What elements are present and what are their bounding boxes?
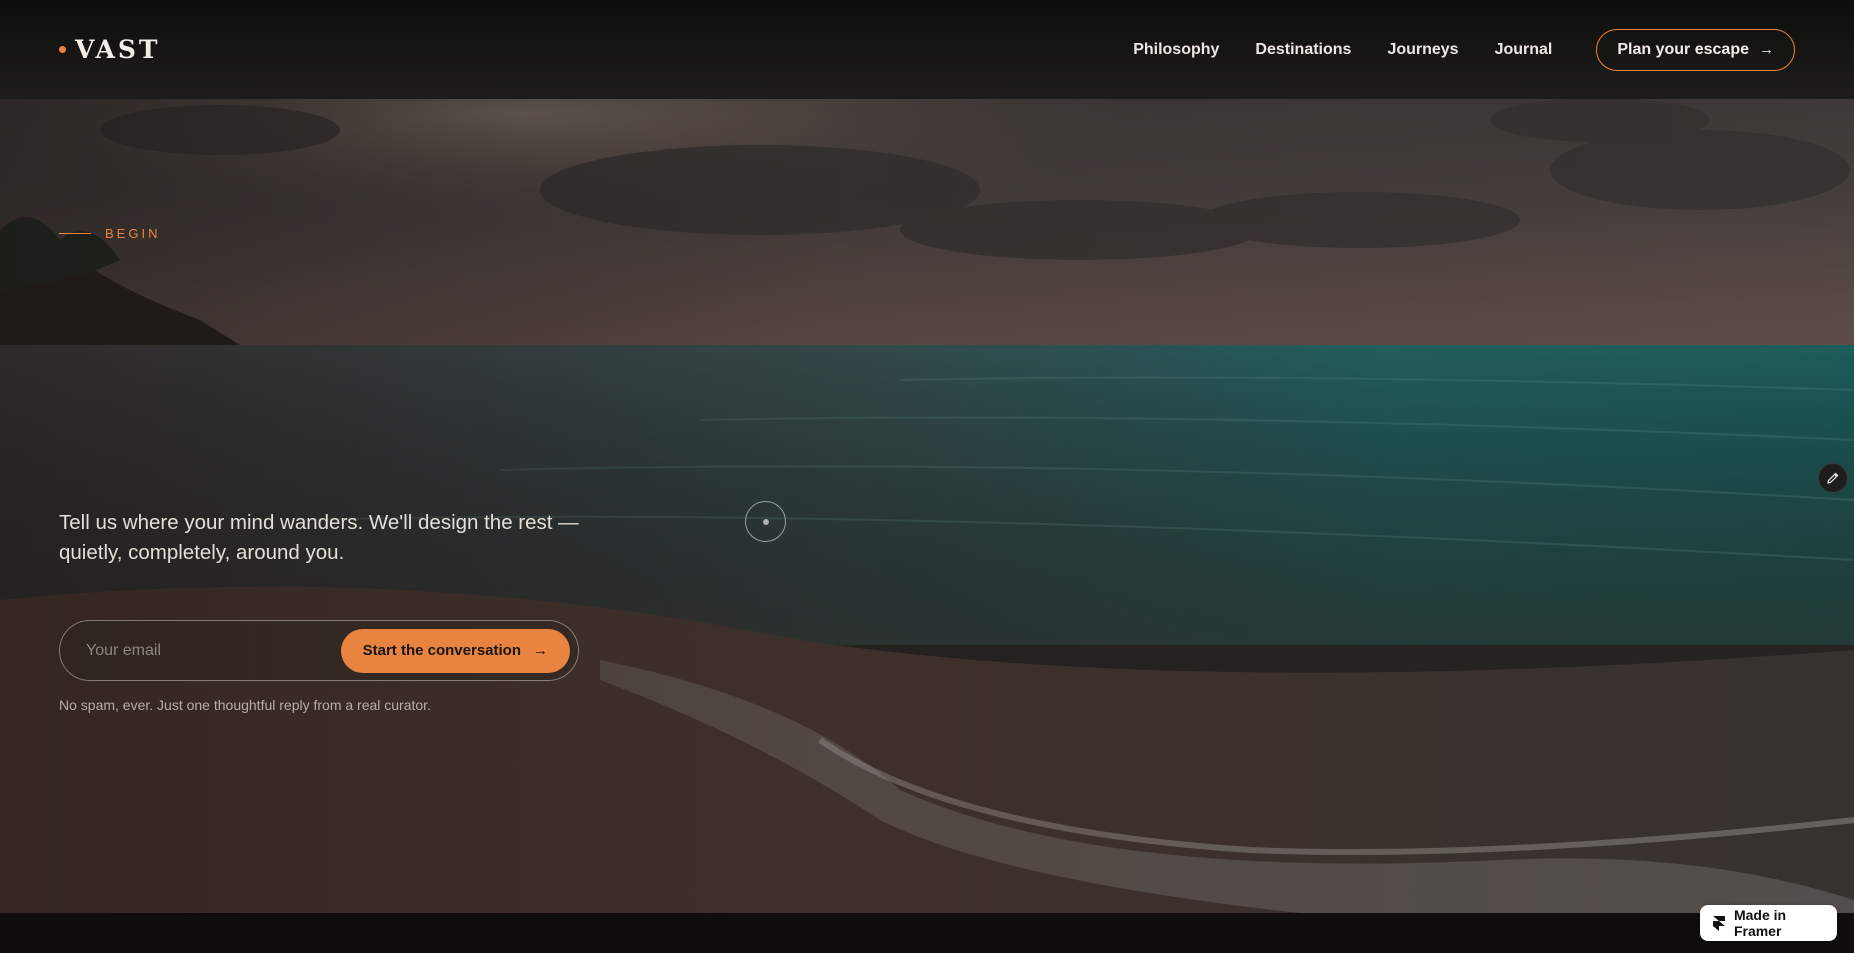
plan-escape-label: Plan your escape <box>1617 40 1749 58</box>
arrow-right-icon: → <box>1759 41 1774 58</box>
arrow-right-icon: → <box>533 642 548 659</box>
site-header: VAST Philosophy Destinations Journeys Jo… <box>0 0 1854 99</box>
hero-background <box>0 0 1854 913</box>
plan-escape-button[interactable]: Plan your escape → <box>1596 28 1795 71</box>
eyebrow-label: BEGIN <box>105 226 161 241</box>
pencil-icon <box>1827 472 1839 484</box>
logo[interactable]: VAST <box>59 35 161 64</box>
footer-strip <box>0 913 1854 953</box>
start-conversation-label: Start the conversation <box>362 642 521 659</box>
nav-link-journeys[interactable]: Journeys <box>1387 41 1458 59</box>
email-input[interactable] <box>86 641 326 660</box>
nav-link-philosophy[interactable]: Philosophy <box>1133 41 1219 59</box>
made-in-framer-badge[interactable]: Made in Framer <box>1700 905 1837 941</box>
privacy-note: No spam, ever. Just one thoughtful reply… <box>59 697 431 713</box>
nav-link-destinations[interactable]: Destinations <box>1255 41 1351 59</box>
nav-link-journal[interactable]: Journal <box>1495 41 1553 59</box>
hero-headline: Tell us where your mind wanders. We'll d… <box>59 511 579 564</box>
framer-logo-icon <box>1712 916 1725 931</box>
logo-dot-icon <box>59 46 66 53</box>
scroll-indicator-dot <box>763 519 769 525</box>
start-conversation-button[interactable]: Start the conversation → <box>340 628 570 673</box>
made-in-framer-label: Made in Framer <box>1733 907 1787 939</box>
edit-pencil-button[interactable] <box>1818 463 1848 493</box>
eyebrow-line <box>59 233 91 234</box>
logo-text: VAST <box>75 35 161 64</box>
email-signup-form: Start the conversation → <box>59 620 579 681</box>
section-eyebrow: BEGIN <box>59 226 160 241</box>
scroll-indicator-icon <box>745 501 786 542</box>
hero-overlay <box>0 0 1854 913</box>
main-nav: Philosophy Destinations Journeys Journal… <box>1133 28 1795 71</box>
